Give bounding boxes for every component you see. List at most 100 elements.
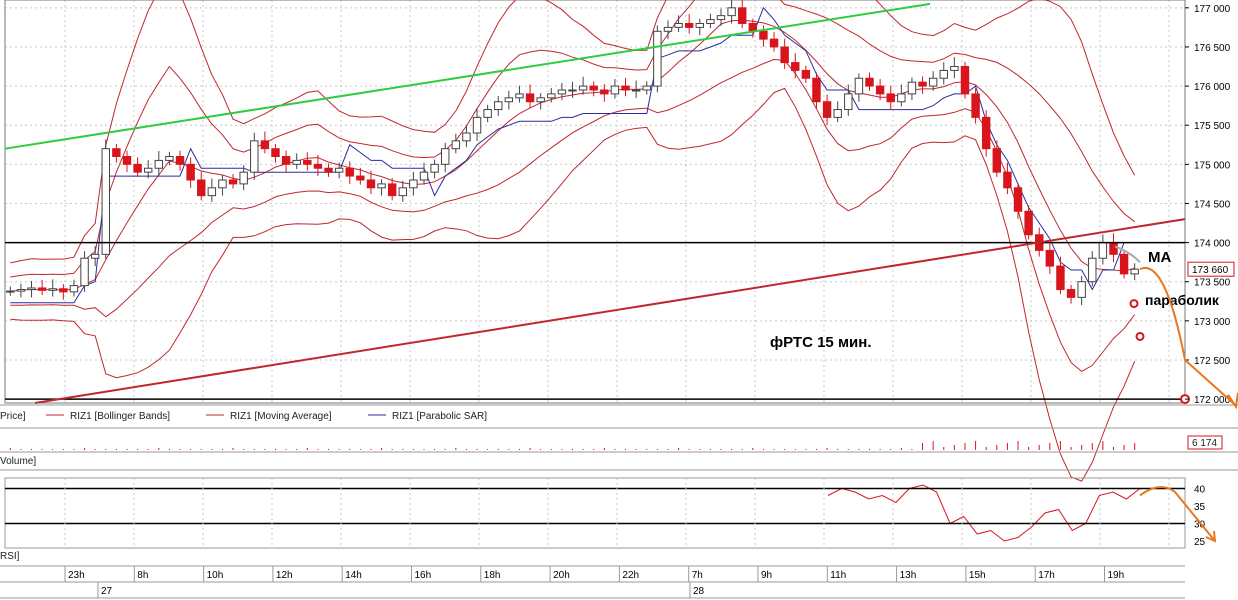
time-tick-label: 14h [345,570,362,581]
time-tick-label: 9h [761,570,772,581]
volume-label: Volume] [0,456,36,467]
rsi-tick-label: 35 [1194,502,1206,513]
parabolic-point [1129,299,1139,309]
candle [981,116,991,150]
last-price-label: 173 660 [1192,265,1229,276]
price-tick-label: 174 000 [1194,239,1231,250]
candle [833,109,842,118]
price-tick-label: 173 000 [1194,317,1231,328]
legend-price: Price] [0,411,26,422]
candle [557,89,567,95]
candle [59,288,68,293]
time-tick-label: 7h [692,570,703,581]
candle [875,85,885,95]
legend-bollinger: RIZ1 [Bollinger Bands] [70,411,170,422]
parabolic-annotation: параболик [1145,292,1220,308]
candle [515,93,524,99]
price-tick-label: 176 500 [1194,43,1231,54]
candle [281,156,291,165]
candle [759,30,768,40]
candle [578,85,588,91]
candle [663,26,673,32]
time-tick-label: 22h [622,570,639,581]
time-tick-label: 15h [969,570,986,581]
candle [1045,249,1055,267]
candle [791,62,800,71]
candle [239,171,248,185]
time-tick-label: 17h [1038,570,1055,581]
candle [1003,171,1012,189]
date-tick-label: 28 [693,586,705,597]
candle [886,93,895,103]
volume-last-value: 6 174 [1192,438,1217,449]
candle [494,101,503,111]
candle [324,167,333,173]
candle [440,148,450,165]
candle [536,97,545,103]
chart-title-annotation: фРТС 15 мин. [770,334,872,351]
parabolic-point [1135,331,1145,341]
candle [950,66,959,71]
candle [992,148,1002,173]
candle [695,22,705,28]
candle [971,93,980,118]
time-tick-label: 23h [68,570,85,581]
time-tick-label: 20h [553,570,570,581]
candle [133,163,142,173]
candle [589,85,598,91]
price-tick-label: 173 500 [1194,278,1231,289]
candle [112,148,121,158]
candle [642,85,651,91]
candle [345,167,354,177]
candle [1066,289,1076,298]
candle [769,38,779,48]
candle [939,69,948,79]
candle [844,93,853,111]
legend-moving-average: RIZ1 [Moving Average] [230,411,332,422]
candle [748,22,758,32]
candle [366,179,376,189]
candle [812,77,821,103]
legend-parabolic-sar: RIZ1 [Parabolic SAR] [392,411,487,422]
candle [547,93,556,99]
candle [16,289,26,292]
candle [260,140,270,150]
candle [334,167,344,173]
rsi-tick-label: 25 [1194,537,1206,548]
time-tick-label: 10h [207,570,224,581]
time-tick-label: 11h [830,570,846,581]
candle [865,77,874,87]
candle [387,183,397,197]
price-tick-label: 176 000 [1194,82,1231,93]
candle [292,159,301,165]
candle [907,81,917,95]
candle [918,81,927,87]
candle [928,77,938,87]
price-tick-label: 175 500 [1194,121,1231,132]
candle [430,163,439,173]
candle [706,19,715,24]
candle [1130,268,1139,275]
candle [207,187,217,197]
candle [738,7,747,24]
candle [154,159,164,169]
candle [1098,242,1108,259]
candle [504,97,514,103]
candle [271,148,280,158]
candle [525,93,535,103]
candle [610,85,620,95]
candle [854,77,864,95]
candle [822,101,832,118]
candle [218,179,227,189]
candle [303,159,312,165]
candle [101,148,110,255]
candle [356,175,365,181]
candle [6,290,15,293]
candle [897,93,906,103]
candle [1088,257,1097,283]
candle [69,285,79,293]
candle [462,132,471,142]
candle [801,69,811,79]
candle [1013,187,1023,212]
rsi-label: RSI] [0,551,20,562]
